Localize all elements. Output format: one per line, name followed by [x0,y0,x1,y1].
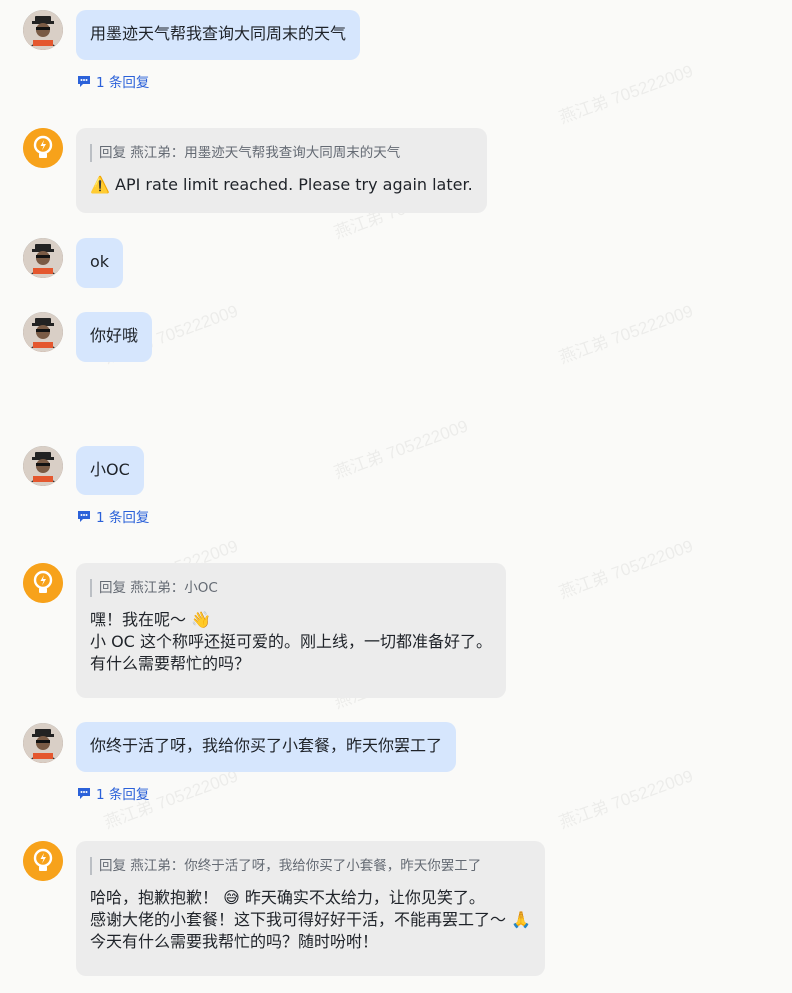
user-avatar[interactable] [23,10,63,50]
message-line: 今天有什么需要我帮忙的吗？随时吩咐！ [90,932,379,951]
watermark-text: 燕江弟 705222009 [556,61,696,128]
message-text: 你好哦 [90,326,139,345]
user-avatar[interactable] [23,312,63,352]
reply-count-link[interactable]: 1 条回复 [77,71,149,91]
message-text: 小OC [90,460,130,479]
message-bubble: 用墨迹天气帮我查询大同周末的天气 [76,10,361,60]
user-avatar[interactable] [23,723,63,763]
message-text: ok [90,252,110,271]
message-bubble: ok [76,238,124,288]
message-line: 有什么需要帮忙的吗？ [90,654,251,673]
message-line: 哈哈，抱歉抱歉！ 😅 昨天确实不太给力，让你见笑了。 [90,888,485,907]
message-line: 小 OC 这个称呼还挺可爱的。刚上线，一切都准备好了。 [90,632,492,651]
message-text: 用墨迹天气帮我查询大同周末的天气 [90,24,347,43]
message-bubble: 你终于活了呀，我给你买了小套餐，昨天你罢工了 [76,722,457,772]
comment-icon [78,787,90,799]
reply-count-label: 1 条回复 [96,787,150,803]
comment-icon [78,75,90,87]
reply-quote: 回复 燕江弟：用墨迹天气帮我查询大同周末的天气 [90,144,473,162]
reply-count-label: 1 条回复 [96,510,150,526]
bot-message-bubble: 回复 燕江弟：用墨迹天气帮我查询大同周末的天气 ⚠️ API rate limi… [76,128,487,213]
bot-avatar[interactable] [23,563,63,603]
comment-icon [78,510,90,522]
message-bubble: 小OC [76,446,144,495]
bot-message-bubble: 回复 燕江弟：小OC 嘿！我在呢～ 👋 小 OC 这个称呼还挺可爱的。刚上线，一… [76,563,506,698]
reply-quote: 回复 燕江弟：你终于活了呀，我给你买了小套餐，昨天你罢工了 [90,857,531,875]
user-avatar[interactable] [23,446,63,486]
watermark-text: 燕江弟 705222009 [331,416,471,483]
bot-avatar[interactable] [23,841,63,881]
reply-quote: 回复 燕江弟：小OC [90,579,492,597]
message-bubble: 你好哦 [76,312,153,362]
user-avatar[interactable] [23,238,63,278]
watermark-text: 燕江弟 705222009 [556,536,696,603]
message-text: 你终于活了呀，我给你买了小套餐，昨天你罢工了 [90,736,443,755]
message-line: 嘿！我在呢～ 👋 [90,610,212,629]
bot-message-bubble: 回复 燕江弟：你终于活了呀，我给你买了小套餐，昨天你罢工了 哈哈，抱歉抱歉！ 😅… [76,841,546,976]
bot-avatar[interactable] [23,128,63,168]
message-line: ⚠️ API rate limit reached. Please try ag… [90,175,473,194]
reply-count-link[interactable]: 1 条回复 [77,783,149,803]
watermark-text: 燕江弟 705222009 [556,766,696,833]
reply-count-link[interactable]: 1 条回复 [77,506,149,526]
watermark-text: 燕江弟 705222009 [556,301,696,368]
message-line: 感谢大佬的小套餐！这下我可得好好干活，不能再罢工了～ 🙏 [90,910,532,929]
reply-count-label: 1 条回复 [96,75,150,91]
